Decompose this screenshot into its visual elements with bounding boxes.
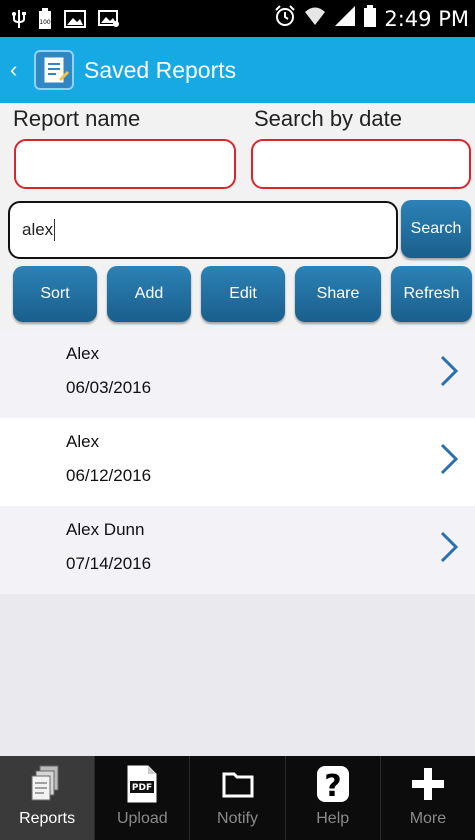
report-date: 06/12/2016: [66, 466, 152, 485]
tab-label: Reports: [19, 810, 76, 827]
report-name-label: Report name: [13, 106, 141, 131]
share-button[interactable]: Share: [295, 266, 381, 322]
search-query: alex: [22, 220, 54, 239]
chevron-right-icon[interactable]: [439, 530, 459, 569]
search-input[interactable]: alex: [8, 201, 398, 259]
report-name: Alex Dunn: [66, 520, 145, 539]
chevron-left-icon[interactable]: ‹: [10, 57, 17, 83]
sort-button[interactable]: Sort: [13, 266, 97, 322]
search-panel: Report name Search by date alex Search S…: [0, 103, 475, 330]
reports-icon: [30, 762, 64, 806]
report-date: 06/03/2016: [66, 378, 152, 397]
status-right-icons: 2:49 PM: [274, 5, 469, 32]
tab-notify[interactable]: Notify: [190, 756, 286, 840]
report-date: 07/14/2016: [66, 554, 152, 573]
status-time: 2:49 PM: [384, 6, 469, 31]
text-cursor: [54, 219, 56, 241]
tab-label: Notify: [217, 810, 258, 827]
plus-icon: [410, 762, 446, 806]
signal-icon: [334, 5, 356, 32]
bottom-tab-bar: Reports PDF Upload Notify ? Help More: [0, 756, 475, 840]
help-icon: ?: [315, 762, 351, 806]
svg-text:?: ?: [324, 769, 341, 804]
report-icon[interactable]: [34, 50, 74, 90]
list-item[interactable]: Alex 06/12/2016: [0, 418, 475, 506]
tab-more[interactable]: More: [381, 756, 475, 840]
usb-icon: [12, 9, 26, 34]
tab-upload[interactable]: PDF Upload: [95, 756, 191, 840]
tab-reports[interactable]: Reports: [0, 756, 96, 840]
chevron-right-icon[interactable]: [439, 354, 459, 393]
search-by-date-label: Search by date: [254, 106, 402, 131]
battery-100-icon: 100: [38, 8, 52, 35]
add-button[interactable]: Add: [107, 266, 191, 322]
tab-label: Upload: [116, 810, 168, 827]
page-title: Saved Reports: [84, 57, 237, 83]
status-left-icons: 100: [12, 8, 120, 35]
wifi-icon: [304, 5, 326, 32]
list-item[interactable]: Alex 06/03/2016: [0, 330, 475, 418]
status-bar: 100 2:49 PM: [0, 0, 475, 37]
tab-help[interactable]: ? Help: [286, 756, 381, 840]
chevron-right-icon[interactable]: [439, 442, 459, 481]
edit-button[interactable]: Edit: [201, 266, 285, 322]
pdf-icon: PDF: [125, 762, 159, 806]
reports-list: Alex 06/03/2016 Alex 06/12/2016 Alex Dun…: [0, 330, 475, 594]
search-button[interactable]: Search: [401, 200, 471, 258]
image-icon: [64, 10, 86, 33]
svg-text:PDF: PDF: [132, 783, 152, 793]
list-item[interactable]: Alex Dunn 07/14/2016: [0, 506, 475, 594]
refresh-button[interactable]: Refresh: [391, 266, 472, 322]
report-name-input[interactable]: [14, 139, 236, 189]
action-bar: ‹ Saved Reports: [0, 37, 475, 103]
gallery-icon: [98, 10, 120, 33]
report-name: Alex: [66, 432, 100, 451]
svg-text:100: 100: [39, 19, 51, 26]
tab-label: More: [409, 810, 447, 827]
battery-icon: [364, 5, 377, 32]
alarm-icon: [274, 5, 296, 32]
date-input[interactable]: [251, 139, 471, 189]
tab-label: Help: [316, 810, 350, 827]
report-name: Alex: [66, 344, 100, 363]
folder-icon: [221, 762, 255, 806]
